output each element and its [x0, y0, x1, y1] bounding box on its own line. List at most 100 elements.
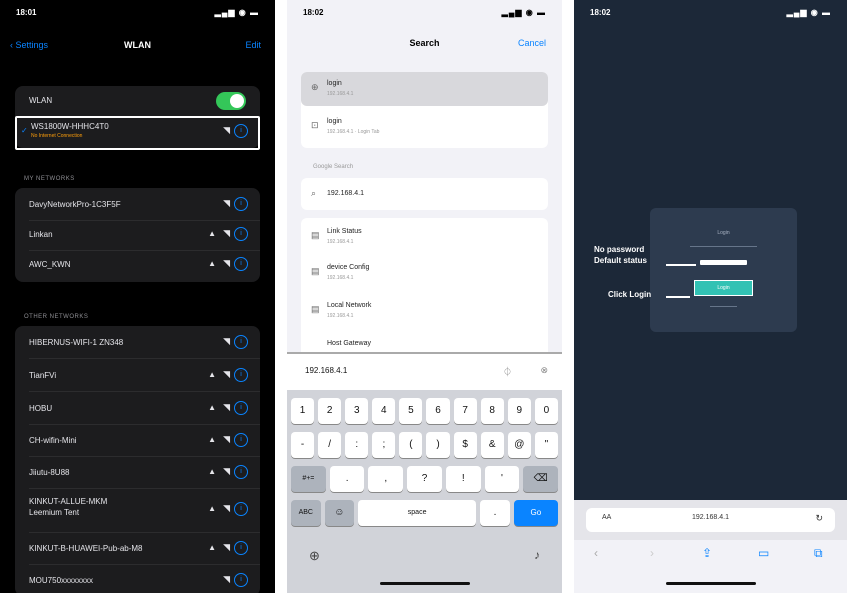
share-icon[interactable]: ⇪: [702, 546, 712, 560]
section-header: Google Search: [313, 164, 354, 170]
key[interactable]: :: [345, 432, 369, 458]
key[interactable]: 0: [534, 398, 558, 424]
info-icon[interactable]: i: [234, 368, 248, 382]
edit-button[interactable]: Edit: [245, 40, 261, 50]
bookmarks-icon[interactable]: ▭: [758, 546, 769, 560]
cancel-button[interactable]: Cancel: [518, 38, 546, 48]
network-row[interactable]: DavyNetworkPro-1C3F5F ◥ i: [15, 190, 260, 220]
key[interactable]: @: [507, 432, 531, 458]
key[interactable]: -: [291, 432, 315, 458]
key[interactable]: ;: [372, 432, 396, 458]
key[interactable]: 1: [291, 398, 315, 424]
result-url: 192.168.4.1: [327, 91, 354, 97]
key[interactable]: ): [426, 432, 450, 458]
info-icon[interactable]: i: [234, 433, 248, 447]
browser-toolbar: ‹ › ⇪ ▭ ⧉: [574, 540, 847, 593]
info-icon[interactable]: i: [234, 197, 248, 211]
key[interactable]: (: [399, 432, 423, 458]
network-row[interactable]: Jiiutu-8U88 ▲ ◥ i: [15, 458, 260, 488]
network-row[interactable]: KINKUT-B-HUAWEI-Pub-ab-M8 ▲ ◥ i: [15, 534, 260, 564]
wifi-icon: ◥: [223, 434, 230, 444]
key[interactable]: 9: [507, 398, 531, 424]
key[interactable]: !: [445, 466, 481, 492]
key[interactable]: ,: [368, 466, 404, 492]
abc-key[interactable]: ABC: [291, 500, 321, 526]
key[interactable]: /: [318, 432, 342, 458]
network-row[interactable]: CH-wifin-Mini ▲ ◥ i: [15, 426, 260, 456]
key[interactable]: $: [453, 432, 477, 458]
clear-icon[interactable]: ⊗: [540, 365, 548, 376]
go-key[interactable]: Go: [513, 500, 559, 526]
divider: [710, 306, 737, 307]
suggestion-row[interactable]: ⌕ 192.168.4.1: [301, 178, 548, 210]
top-results-card: ⊕ login 192.168.4.1 ⊡ login 192.168.4.1 …: [301, 72, 548, 148]
key[interactable]: 4: [372, 398, 396, 424]
result-row[interactable]: ⊡ login 192.168.4.1 · Login Tab: [301, 110, 548, 144]
divider: [29, 488, 260, 489]
tabs-icon[interactable]: ⧉: [814, 546, 823, 561]
keyboard: 1 2 3 4 5 6 7 8 9 0 - / : ; ( ) $ & @ " …: [287, 390, 562, 593]
network-row[interactable]: Linkan ▲ ◥ i: [15, 220, 260, 250]
key[interactable]: .: [329, 466, 365, 492]
login-title: Login: [717, 230, 730, 236]
microphone-icon[interactable]: ⏀: [503, 365, 512, 378]
info-icon[interactable]: i: [234, 573, 248, 587]
info-icon[interactable]: i: [234, 227, 248, 241]
wifi-icon: ◥: [223, 369, 230, 379]
info-icon[interactable]: i: [234, 335, 248, 349]
key[interactable]: &: [480, 432, 504, 458]
space-key[interactable]: space: [358, 500, 477, 526]
symbols-key[interactable]: #+=: [291, 466, 326, 492]
page-icon: ▤: [311, 230, 320, 240]
network-row[interactable]: MOU750xxxxxxxx ◥ i: [15, 566, 260, 593]
network-row[interactable]: KINKUT-ALLUE-MKM Leemium Tent ▲ ◥ i: [15, 490, 260, 530]
reload-icon[interactable]: ↻: [815, 513, 823, 524]
dictation-icon[interactable]: ♪: [534, 548, 540, 562]
network-row[interactable]: HIBERNUS-WIFI-1 ZN348 ◥ i: [15, 328, 260, 358]
key[interactable]: 5: [399, 398, 423, 424]
info-icon[interactable]: i: [234, 465, 248, 479]
suggestion-card: ⌕ 192.168.4.1: [301, 178, 548, 210]
tab-icon: ⊡: [311, 120, 319, 130]
arrow: [666, 264, 696, 266]
backspace-key[interactable]: ⌫: [523, 466, 559, 492]
wlan-toggle[interactable]: [216, 92, 246, 110]
search-input[interactable]: 192.168.4.1: [305, 366, 347, 375]
globe-icon: ⊕: [311, 82, 319, 92]
emoji-key[interactable]: ☺: [324, 500, 355, 526]
info-icon[interactable]: i: [234, 257, 248, 271]
history-row[interactable]: ▤ Link Status 192.168.4.1: [301, 220, 548, 254]
key[interactable]: ?: [407, 466, 442, 492]
result-title: login: [327, 118, 342, 125]
key[interactable]: 2: [318, 398, 342, 424]
key[interactable]: 7: [453, 398, 477, 424]
globe-icon[interactable]: ⊕: [309, 548, 320, 564]
login-button[interactable]: Login: [694, 280, 753, 296]
info-icon[interactable]: i: [234, 401, 248, 415]
info-icon[interactable]: i: [234, 541, 248, 555]
history-row[interactable]: ▤ device Config 192.168.4.1: [301, 256, 548, 290]
password-field[interactable]: [700, 260, 747, 265]
network-row[interactable]: HOBU ▲ ◥ i: [15, 394, 260, 424]
info-icon[interactable]: i: [234, 502, 248, 516]
key[interactable]: 3: [345, 398, 369, 424]
network-name: Jiiutu-8U88: [29, 468, 70, 477]
forward-icon[interactable]: ›: [650, 546, 654, 560]
key[interactable]: ': [484, 466, 520, 492]
address-bar[interactable]: 192.168.4.1 ⏀ ⊗: [287, 352, 562, 392]
network-row[interactable]: TianFVi ▲ ◥ i: [15, 361, 260, 391]
key[interactable]: 6: [426, 398, 450, 424]
key[interactable]: 8: [480, 398, 504, 424]
wifi-icon: ◥: [223, 336, 230, 346]
period-key[interactable]: .: [480, 500, 510, 526]
network-name: MOU750xxxxxxxx: [29, 576, 94, 585]
result-row[interactable]: ⊕ login 192.168.4.1: [301, 72, 548, 106]
back-icon[interactable]: ‹: [594, 546, 598, 560]
url-field[interactable]: AA 192.168.4.1 ↻: [586, 508, 835, 532]
wifi-icon: ◥: [223, 574, 230, 584]
history-row[interactable]: ▤ Local Network 192.168.4.1: [301, 294, 548, 328]
network-row[interactable]: AWC_KWN ▲ ◥ i: [15, 250, 260, 280]
key[interactable]: ": [534, 432, 558, 458]
login-panel: Login Login: [650, 208, 797, 332]
divider: [29, 424, 260, 425]
